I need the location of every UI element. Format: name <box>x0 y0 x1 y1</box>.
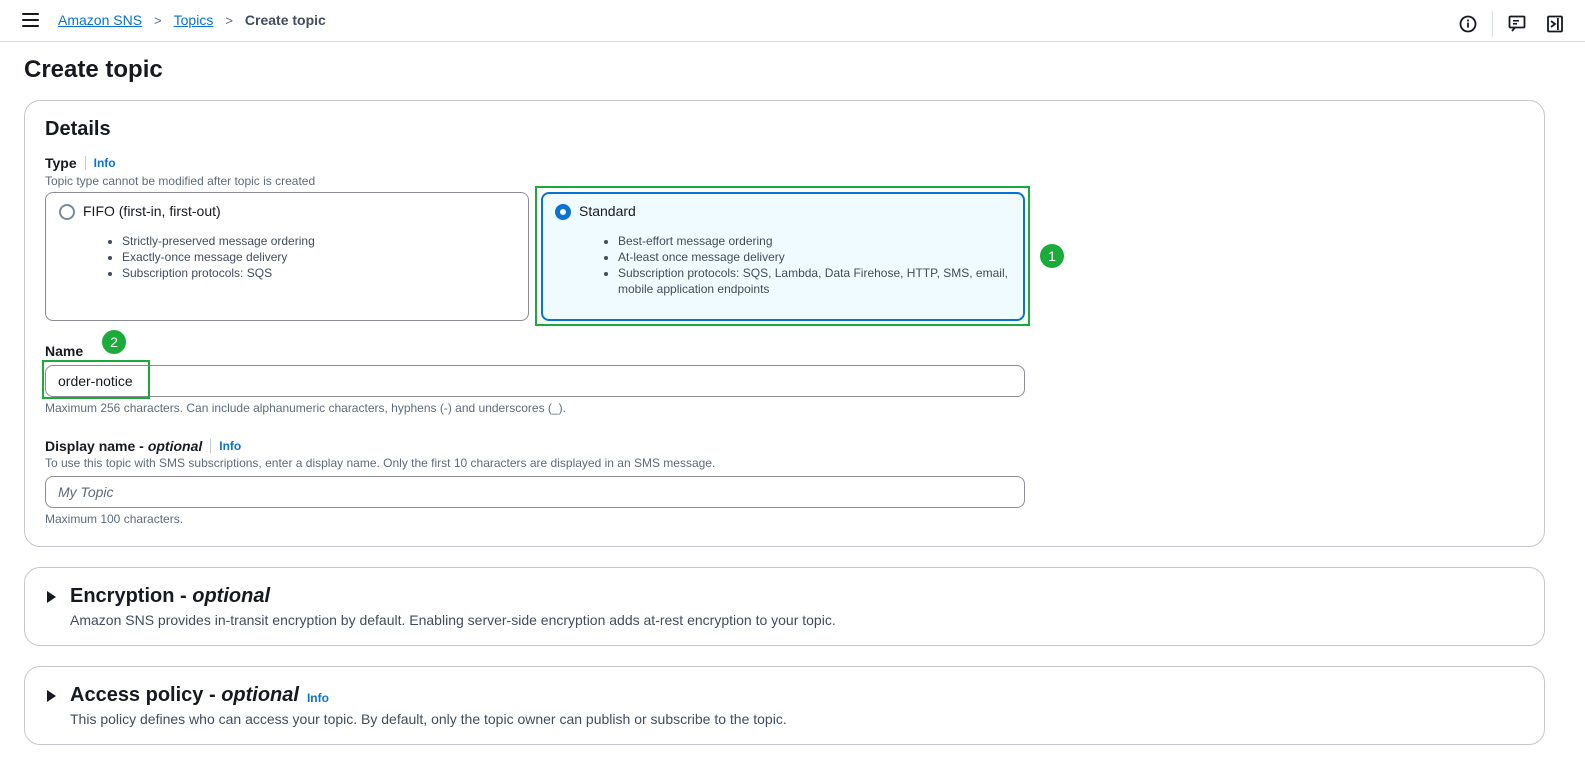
display-name-label: Display name - optional Info <box>45 438 241 454</box>
name-label: Name <box>45 343 84 359</box>
fifo-radio[interactable] <box>59 204 75 220</box>
display-name-label-text: Display name - <box>45 438 144 454</box>
fifo-title: FIFO (first-in, first-out) <box>83 203 221 219</box>
caret-right-icon <box>47 689 56 702</box>
access-policy-title: Access policy - optional <box>70 684 299 707</box>
display-name-input[interactable]: My Topic <box>45 476 1025 508</box>
breadcrumb-separator: > <box>225 12 233 28</box>
name-input[interactable]: order-notice <box>45 365 1025 397</box>
type-label-text: Type <box>45 155 77 171</box>
page-title: Create topic <box>24 56 163 83</box>
access-policy-optional: optional <box>221 684 299 706</box>
display-name-optional: optional <box>147 438 203 454</box>
header-tools <box>1458 11 1565 37</box>
display-name-hint: Maximum 100 characters. <box>45 512 184 526</box>
name-hint: Maximum 256 characters. Can include alph… <box>45 401 566 415</box>
annotation-badge-2: 2 <box>102 330 126 354</box>
list-item: Exactly-once message delivery <box>122 249 512 265</box>
breadcrumb-link-topics[interactable]: Topics <box>174 12 214 28</box>
fifo-features: Strictly-preserved message ordering Exac… <box>122 233 512 281</box>
access-policy-expander[interactable]: Access policy - optional Info <box>47 684 329 707</box>
breadcrumb-link-sns[interactable]: Amazon SNS <box>58 12 142 28</box>
annotation-highlight-standard <box>535 186 1030 326</box>
breadcrumb-current: Create topic <box>244 12 326 28</box>
encryption-title: Encryption - optional <box>70 585 270 608</box>
panel-toggle-icon[interactable] <box>1545 14 1565 34</box>
access-policy-description: This policy defines who can access your … <box>70 711 787 727</box>
top-navigation: Amazon SNS > Topics > Create topic <box>0 0 1585 42</box>
annotation-highlight-name <box>42 360 150 399</box>
annotation-badge-1: 1 <box>1040 244 1064 268</box>
list-item: Subscription protocols: SQS <box>122 265 512 281</box>
menu-icon[interactable] <box>22 13 39 27</box>
breadcrumb: Amazon SNS > Topics > Create topic <box>58 12 326 28</box>
feedback-icon[interactable] <box>1507 14 1527 34</box>
caret-right-icon <box>47 590 56 603</box>
encryption-title-text: Encryption - <box>70 585 193 607</box>
access-policy-info-link[interactable]: Info <box>307 691 329 705</box>
type-info-link[interactable]: Info <box>84 156 116 170</box>
type-label: Type Info <box>45 155 116 171</box>
encryption-expander[interactable]: Encryption - optional <box>47 585 270 608</box>
breadcrumb-separator: > <box>154 12 162 28</box>
access-policy-panel: Access policy - optional Info This polic… <box>24 666 1545 745</box>
display-name-description: To use this topic with SMS subscriptions… <box>45 456 716 470</box>
encryption-description: Amazon SNS provides in-transit encryptio… <box>70 612 836 628</box>
display-name-info-link[interactable]: Info <box>210 439 241 453</box>
list-item: Strictly-preserved message ordering <box>122 233 512 249</box>
details-heading: Details <box>45 118 111 140</box>
info-circle-icon[interactable] <box>1458 14 1478 34</box>
type-option-fifo[interactable]: FIFO (first-in, first-out) Strictly-pres… <box>45 192 529 321</box>
type-description: Topic type cannot be modified after topi… <box>45 174 316 188</box>
encryption-optional: optional <box>192 585 270 607</box>
access-policy-title-text: Access policy - <box>70 684 222 706</box>
header-divider <box>1492 11 1493 37</box>
encryption-panel: Encryption - optional Amazon SNS provide… <box>24 567 1545 646</box>
